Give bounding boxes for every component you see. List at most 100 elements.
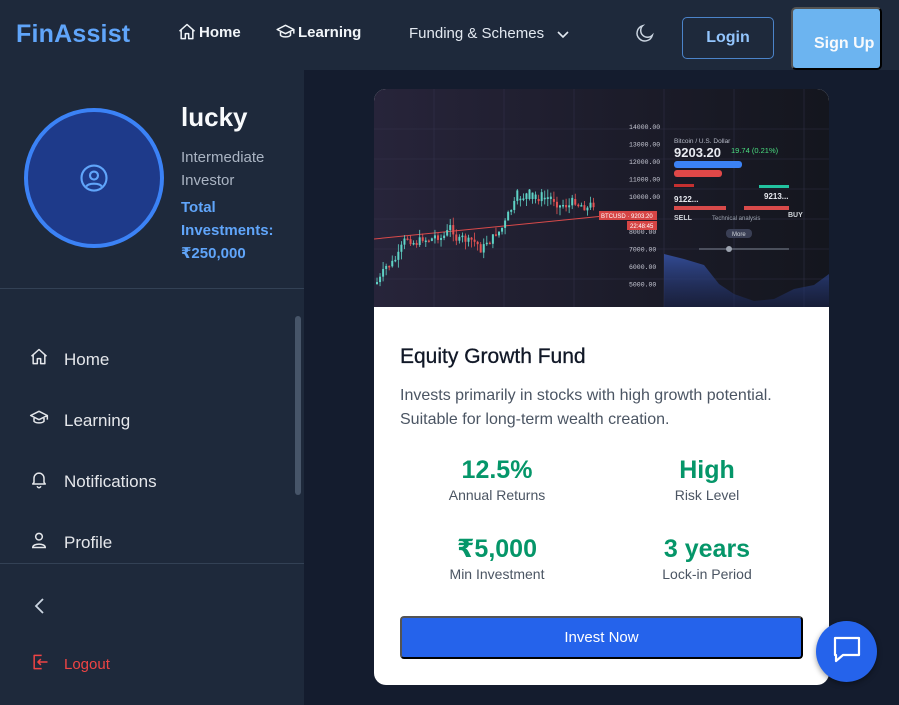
image-candle-body bbox=[388, 265, 391, 268]
logout-button[interactable]: Logout bbox=[30, 652, 110, 676]
chevron-down-icon bbox=[556, 29, 570, 39]
svg-text:19.74 (0.21%): 19.74 (0.21%) bbox=[731, 146, 779, 155]
sidebar-item-label: Home bbox=[64, 349, 110, 369]
image-candle-body bbox=[446, 230, 449, 236]
image-candle-body bbox=[504, 220, 507, 228]
user-circle-icon bbox=[80, 164, 108, 192]
user-name: lucky bbox=[181, 102, 248, 132]
image-axis-label: 10000.00 bbox=[629, 194, 660, 201]
graduation-cap-icon bbox=[29, 408, 49, 433]
image-candle-body bbox=[519, 198, 522, 201]
sidebar-item-learning[interactable]: Learning bbox=[29, 408, 130, 433]
stock-chart-image: 14000.00 13000.00 12000.00 11000.00 10000.00… bbox=[374, 89, 829, 307]
nav-home-label: Home bbox=[199, 23, 241, 41]
image-axis-label: 8000.00 bbox=[629, 229, 656, 236]
image-candle-body bbox=[485, 242, 488, 245]
user-level: Intermediate Investor bbox=[181, 149, 265, 189]
image-candle-body bbox=[488, 242, 491, 245]
image-candle-body bbox=[482, 244, 485, 253]
image-candle-body bbox=[421, 237, 424, 241]
image-candle-body bbox=[406, 238, 409, 241]
image-candle-body bbox=[568, 205, 571, 208]
image-axis-label: 14000.00 bbox=[629, 124, 660, 131]
image-candle-body bbox=[577, 204, 580, 207]
sidebar-item-home[interactable]: Home bbox=[29, 347, 109, 372]
sidebar-item-notifications[interactable]: Notifications bbox=[29, 469, 157, 494]
image-candle-body bbox=[443, 235, 446, 239]
profile-summary: lucky Intermediate Investor Total Invest… bbox=[0, 70, 304, 289]
total-investments: Total Investments: ₹250,000 bbox=[181, 199, 274, 262]
image-candle-body bbox=[379, 276, 382, 283]
stat-min-investment: ₹5,000 Min Investment bbox=[392, 534, 602, 582]
image-candle-body bbox=[543, 197, 546, 200]
image-candle-body bbox=[552, 199, 555, 202]
svg-text:9213...: 9213... bbox=[764, 192, 788, 201]
image-candle-body bbox=[430, 238, 433, 241]
image-axis-label: 13000.00 bbox=[629, 142, 660, 149]
chat-button[interactable] bbox=[816, 621, 877, 682]
nav-funding-dropdown[interactable]: Funding & Schemes bbox=[409, 25, 570, 42]
divider bbox=[0, 563, 304, 564]
image-candle-body bbox=[528, 189, 531, 199]
image-candle-body bbox=[571, 197, 574, 206]
image-candle-body bbox=[400, 244, 403, 252]
image-candle-body bbox=[412, 242, 415, 245]
image-candle-body bbox=[580, 205, 583, 207]
nav-learning-link[interactable]: Learning bbox=[275, 22, 361, 42]
image-candle-body bbox=[583, 205, 586, 211]
image-candle-body bbox=[501, 227, 504, 232]
sidebar-menu: Home Learning Notifications Profile bbox=[0, 315, 304, 563]
login-button[interactable]: Login bbox=[682, 17, 774, 59]
sidebar-item-profile[interactable]: Profile bbox=[29, 530, 112, 555]
logout-icon bbox=[30, 652, 50, 676]
stat-risk-level: High Risk Level bbox=[602, 455, 812, 503]
image-candle-body bbox=[510, 209, 513, 212]
svg-text:SELL: SELL bbox=[674, 215, 693, 222]
image-candle-body bbox=[546, 197, 549, 199]
bell-icon bbox=[29, 469, 49, 494]
svg-text:More: More bbox=[732, 232, 746, 238]
image-candle-body bbox=[531, 192, 534, 199]
image-candle-body bbox=[491, 234, 494, 244]
image-pair-label: Bitcoin / U.S. Dollar bbox=[674, 138, 731, 145]
image-candle-body bbox=[555, 201, 558, 208]
image-candle-body bbox=[461, 235, 464, 238]
image-candle-body bbox=[424, 240, 427, 243]
sidebar-item-label: Notifications bbox=[64, 471, 157, 491]
svg-text:22:48:45: 22:48:45 bbox=[630, 224, 654, 230]
collapse-sidebar-button[interactable] bbox=[33, 597, 47, 620]
image-candle-body bbox=[559, 205, 561, 208]
brand-logo[interactable]: FinAssist bbox=[16, 20, 130, 49]
stat-lock-in-period: 3 years Lock-in Period bbox=[602, 534, 812, 582]
image-candle-body bbox=[452, 225, 455, 235]
chevron-left-icon bbox=[34, 598, 44, 614]
image-axis-label: 5000.00 bbox=[629, 282, 656, 289]
svg-text:Technical analysis: Technical analysis bbox=[712, 216, 760, 222]
stat-annual-returns: 12.5% Annual Returns bbox=[392, 455, 602, 503]
moon-icon[interactable] bbox=[634, 22, 656, 49]
image-candle-body bbox=[391, 260, 394, 267]
stat-value: High bbox=[679, 456, 735, 484]
image-candle-body bbox=[418, 237, 421, 245]
image-candle-body bbox=[470, 237, 473, 240]
image-candle-body bbox=[479, 244, 482, 253]
top-navbar: FinAssist Home Learning Funding & Scheme… bbox=[0, 0, 899, 70]
sidebar-item-label: Profile bbox=[64, 532, 113, 552]
image-candle-body bbox=[397, 251, 400, 260]
fund-title: Equity Growth Fund bbox=[400, 345, 586, 368]
svg-text:9203.20: 9203.20 bbox=[674, 145, 721, 160]
fund-description: Invests primarily in stocks with high gr… bbox=[400, 387, 772, 428]
image-candle-body bbox=[464, 235, 467, 242]
image-candle-body bbox=[433, 235, 436, 239]
signup-button[interactable]: Sign Up bbox=[791, 7, 882, 70]
invest-now-button[interactable]: Invest Now bbox=[400, 616, 803, 659]
image-axis-label: 6000.00 bbox=[629, 264, 656, 271]
image-candle-body bbox=[449, 225, 452, 231]
svg-text:BTCUSD · 9203.20: BTCUSD · 9203.20 bbox=[601, 214, 653, 220]
image-candle-body bbox=[437, 235, 439, 240]
sidebar-scrollbar[interactable] bbox=[295, 316, 301, 495]
stat-value: 12.5% bbox=[461, 456, 533, 484]
nav-funding-label: Funding & Schemes bbox=[409, 25, 545, 42]
nav-home-link[interactable]: Home bbox=[177, 22, 241, 42]
image-candle-body bbox=[537, 199, 540, 202]
